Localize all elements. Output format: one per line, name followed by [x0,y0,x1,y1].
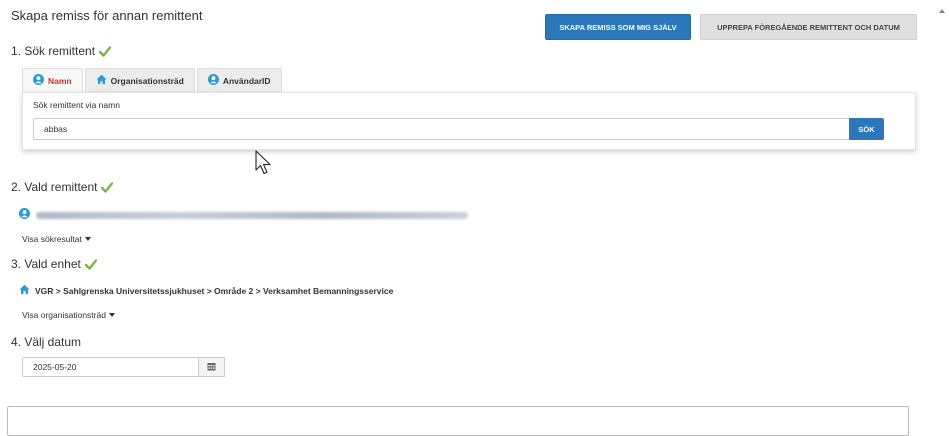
person-icon [19,206,30,224]
search-tabs: Namn Organisationsträd AnvändarID [22,68,284,92]
person-icon [33,74,44,87]
repeat-previous-referrer-button[interactable]: UPPREPA FÖREGÅENDE REMITTENT OCH DATUM [700,14,917,40]
home-icon [96,74,107,87]
tab-org-tree-label: Organisationsträd [110,75,184,86]
calendar-icon [207,358,216,376]
vertical-scrollbar[interactable] [935,0,949,419]
step-selected-title: 2. Vald remittent [11,180,98,194]
step-date-heading: 4. Välj datum [11,335,81,349]
calendar-button[interactable] [198,357,225,377]
checkmark-icon [101,181,114,193]
create-referral-self-button[interactable]: SKAPA REMISS SOM MIG SJÄLV [545,14,691,40]
mouse-cursor-icon [255,150,273,181]
search-input[interactable] [33,118,851,140]
show-search-results-label: Visa sökresultat [22,234,82,244]
step-search-heading: 1. Sök remittent [11,44,112,58]
checkmark-icon [84,258,97,270]
tab-name-label: Namn [48,75,72,86]
tab-org-tree[interactable]: Organisationsträd [84,68,195,92]
person-icon [207,74,219,87]
show-org-tree-label: Visa organisationsträd [22,310,106,320]
unit-path-text: VGR > Sahlgrenska Universitetssjukhuset … [35,285,394,296]
step-unit-heading: 3. Vald enhet [11,257,97,271]
step-selected-heading: 2. Vald remittent [11,180,114,194]
caret-down-icon [84,237,91,241]
search-button[interactable]: SÖK [849,118,884,140]
date-input[interactable] [22,357,199,377]
step-search-title: 1. Sök remittent [11,44,96,58]
home-icon [19,284,30,297]
show-org-tree-toggle[interactable]: Visa organisationsträd [22,310,115,320]
tab-user-id[interactable]: AnvändarID [196,68,282,92]
search-panel: Sök remittent via namn SÖK [22,92,916,150]
caret-down-icon [108,313,115,317]
tab-name[interactable]: Namn [22,68,83,92]
selected-referrer-row [19,206,468,224]
next-section-panel [7,406,909,436]
page-title: Skapa remiss för annan remittent [11,8,203,23]
redacted-referrer-details [36,211,468,219]
step-unit-title: 3. Vald enhet [11,257,81,271]
tab-user-id-label: AnvändarID [222,75,271,86]
scroll-up-arrow-icon[interactable] [935,6,949,16]
show-search-results-toggle[interactable]: Visa sökresultat [22,234,91,244]
checkmark-icon [99,45,112,57]
step-date-title: 4. Välj datum [11,335,82,349]
selected-unit-path: VGR > Sahlgrenska Universitetssjukhuset … [19,284,393,297]
search-label: Sök remittent via namn [33,100,120,110]
